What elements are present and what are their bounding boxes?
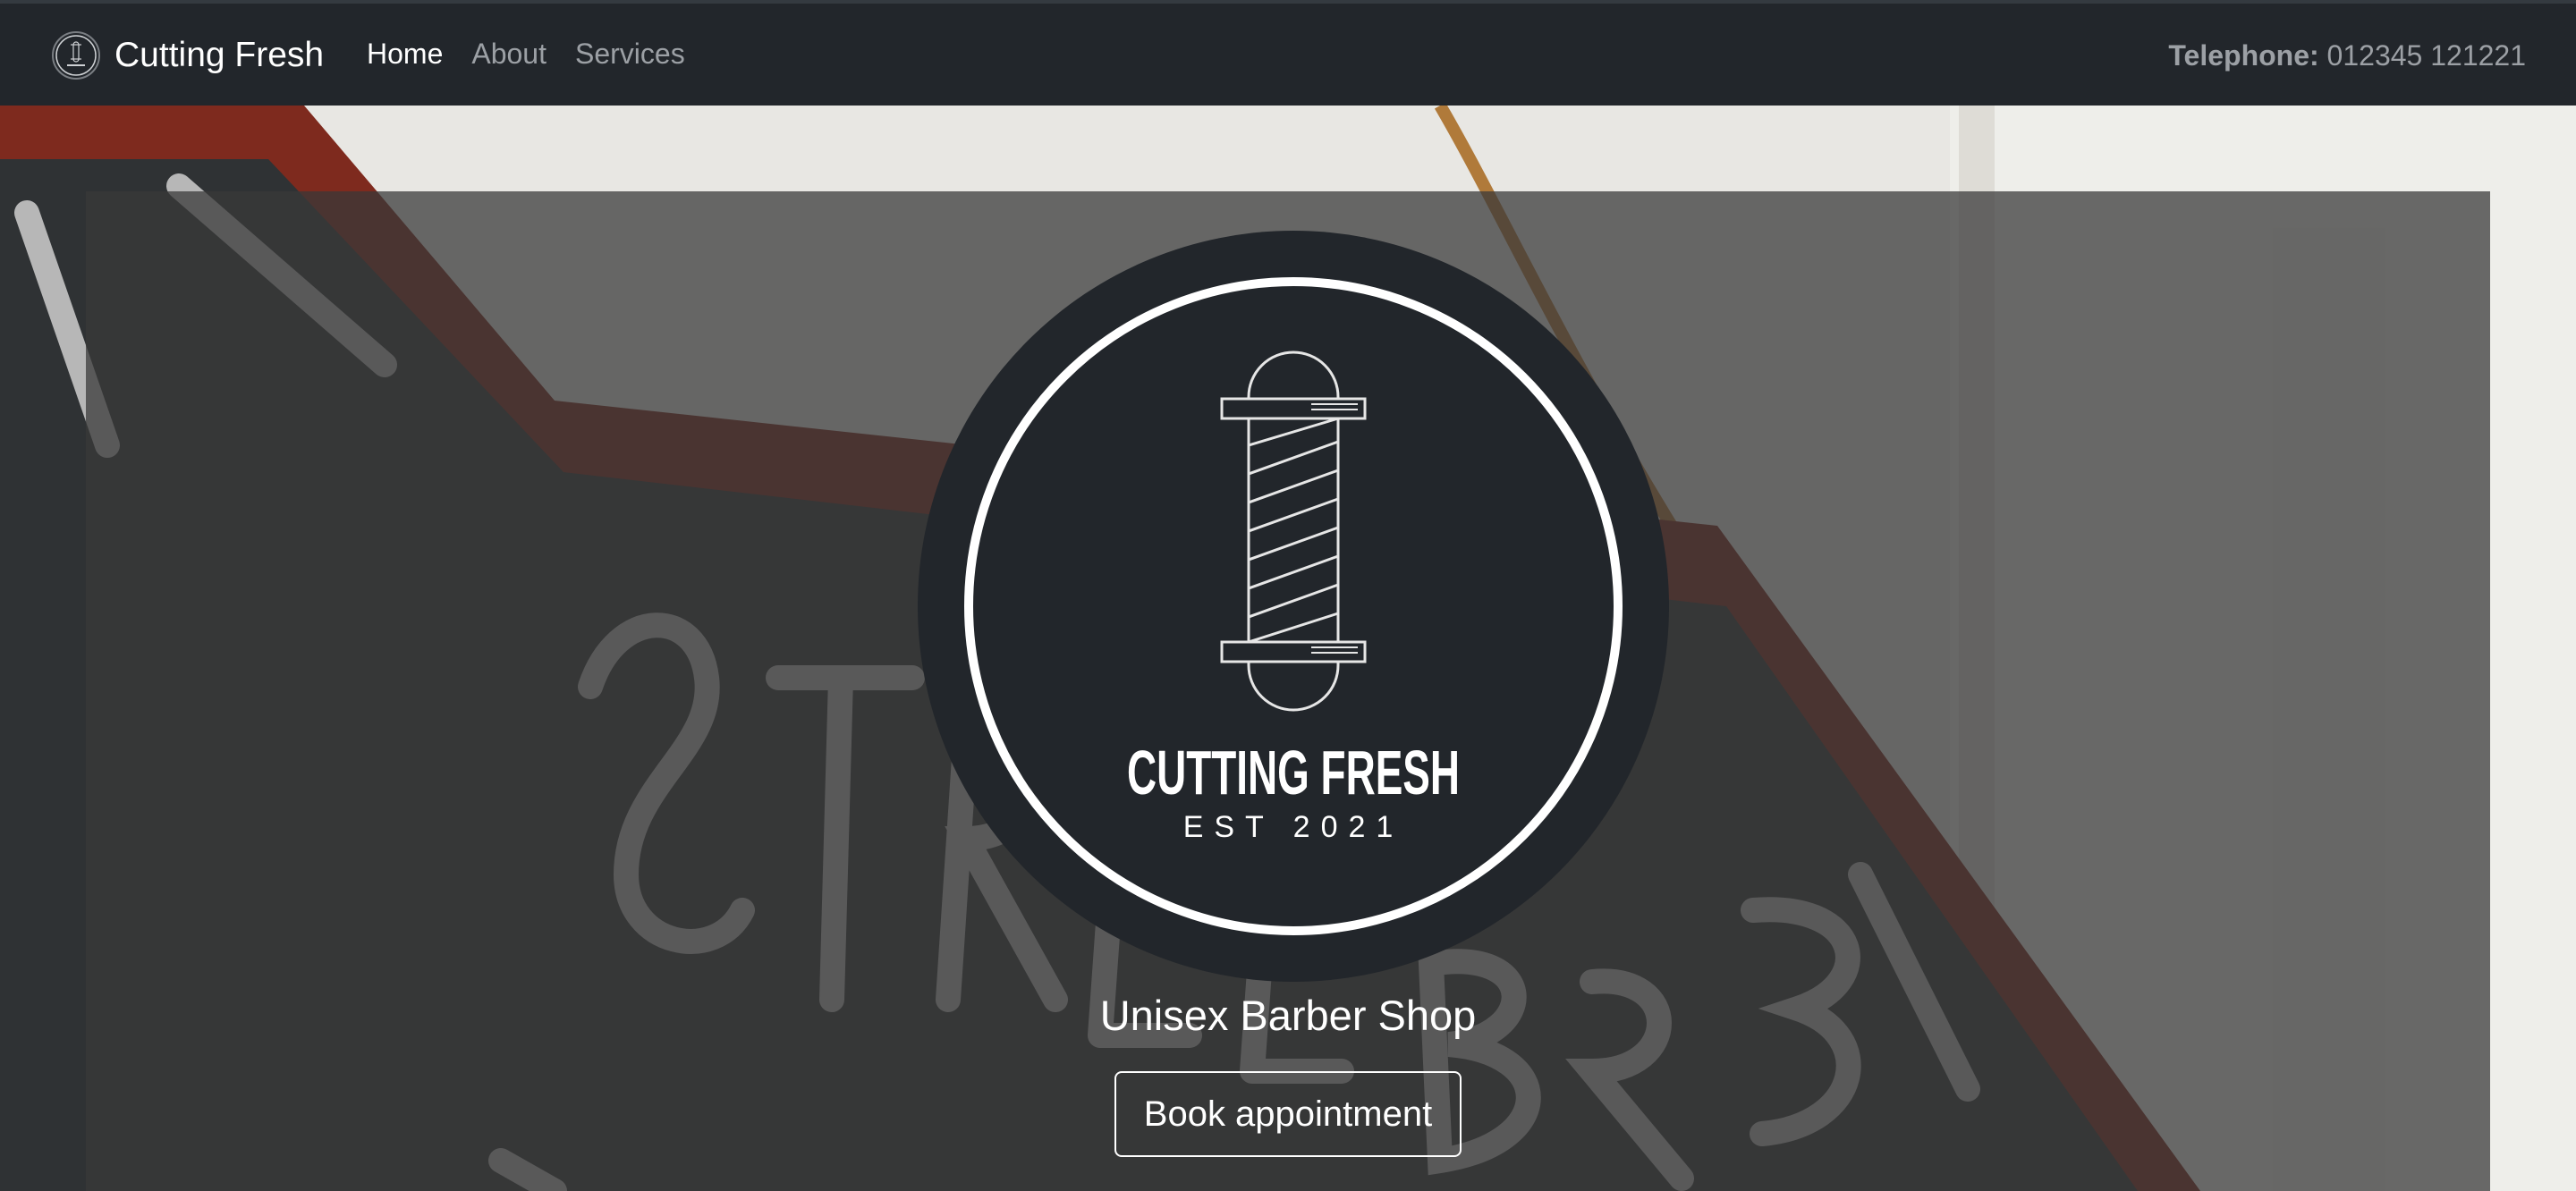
navbar: Cutting Fresh Home About Services Teleph… bbox=[0, 0, 2576, 106]
hero-tagline: Unisex Barber Shop bbox=[1099, 992, 1477, 1039]
nav-link-home[interactable]: Home bbox=[367, 38, 443, 71]
nav-links: Home About Services bbox=[367, 38, 714, 71]
logo-subtitle: EST 2021 bbox=[1183, 810, 1404, 844]
book-appointment-button[interactable]: Book appointment bbox=[1114, 1071, 1462, 1157]
logo-title: CUTTING FRESH bbox=[1127, 738, 1460, 807]
barber-pole-icon: CUTTING FRESH EST 2021 bbox=[918, 231, 1669, 982]
barber-pole-logo-icon bbox=[52, 31, 100, 80]
phone-number: 012345 121221 bbox=[2326, 39, 2526, 72]
nav-link-services[interactable]: Services bbox=[575, 38, 685, 71]
phone-label: Telephone: bbox=[2168, 39, 2319, 72]
brand-link[interactable]: Cutting Fresh bbox=[52, 29, 324, 82]
brand-name: Cutting Fresh bbox=[114, 36, 325, 74]
phone-info: Telephone: 012345 121221 bbox=[2168, 39, 2526, 72]
nav-link-about[interactable]: About bbox=[471, 38, 547, 71]
